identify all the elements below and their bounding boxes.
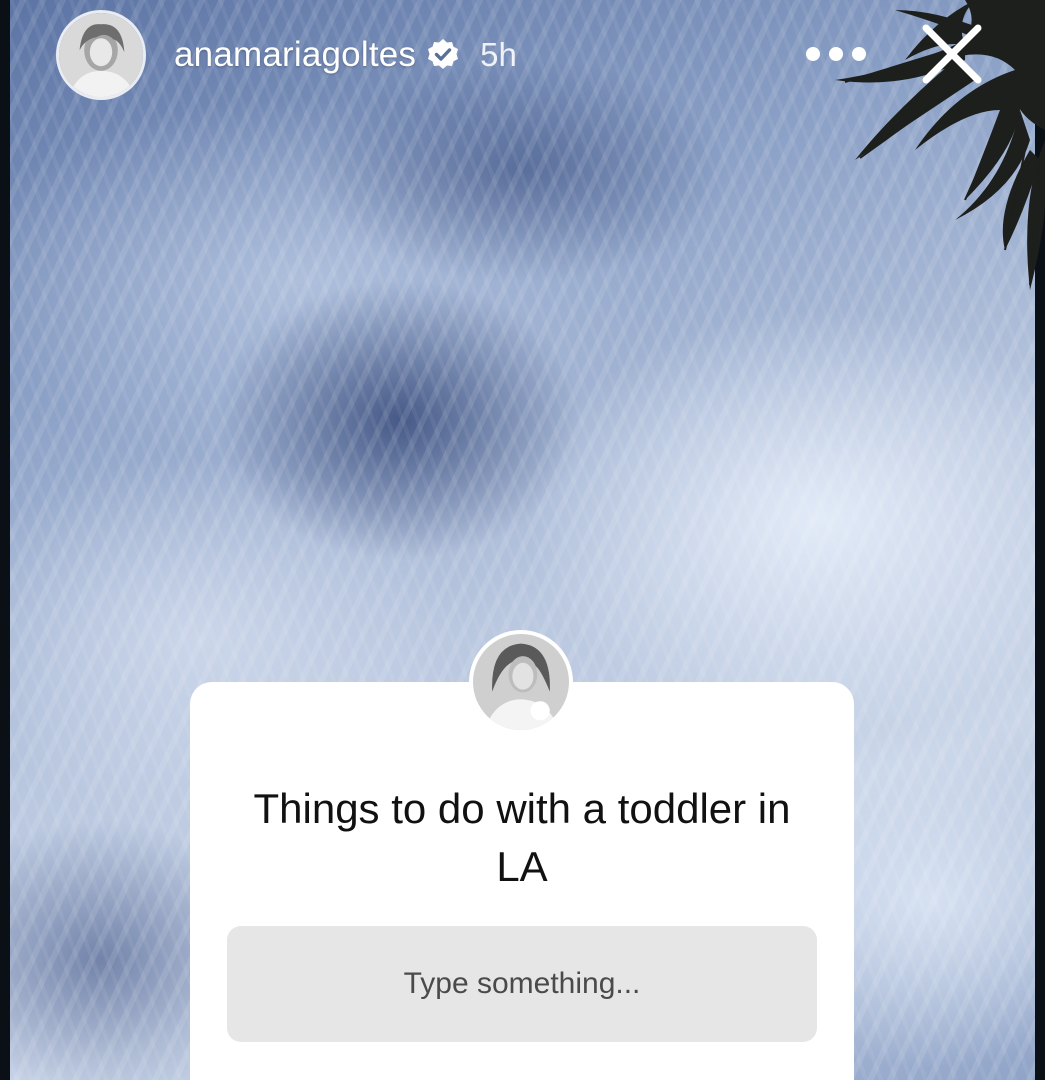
left-edge — [0, 0, 10, 1080]
avatar-image — [59, 13, 143, 97]
story-timestamp: 5h — [480, 36, 517, 73]
close-icon[interactable] — [918, 20, 986, 88]
username[interactable]: anamariagoltes — [174, 35, 416, 75]
verified-badge-icon — [428, 39, 459, 69]
profile-avatar[interactable] — [56, 10, 146, 100]
dot — [806, 47, 820, 61]
question-text: Things to do with a toddler in LA — [253, 785, 791, 890]
question-sticker: Things to do with a toddler in LA Type s… — [190, 682, 854, 1080]
more-options-icon[interactable] — [806, 40, 866, 68]
story-viewer[interactable]: anamariagoltes 5h Things to do with a to… — [0, 0, 1045, 1080]
answer-input[interactable]: Type something... — [227, 926, 817, 1042]
sticker-avatar-image — [473, 634, 569, 730]
dot — [829, 47, 843, 61]
dot — [852, 47, 866, 61]
sticker-avatar — [469, 630, 573, 734]
